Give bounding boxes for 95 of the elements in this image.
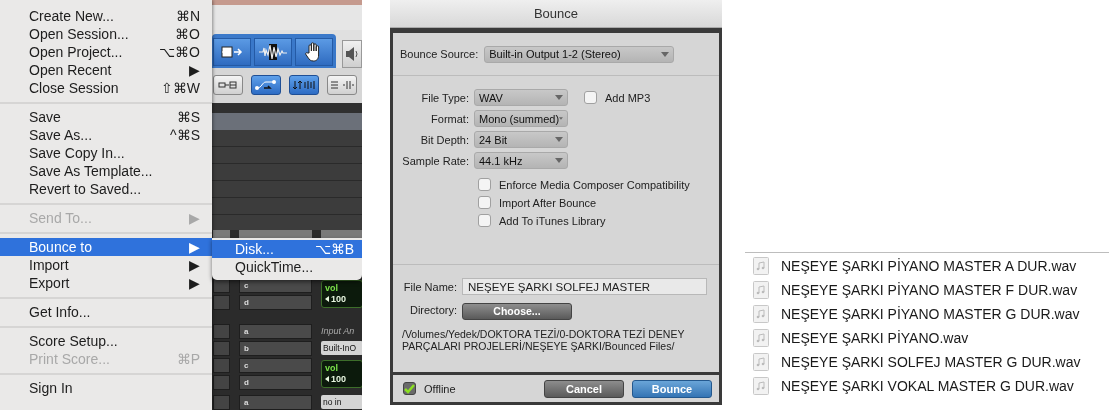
- audio-file-icon: [753, 281, 769, 299]
- checkbox-label: Add To iTunes Library: [499, 214, 606, 227]
- choose-button[interactable]: Choose...: [462, 302, 572, 320]
- checkbox[interactable]: [478, 214, 491, 227]
- menu-item[interactable]: Export ▶: [0, 274, 212, 292]
- input-selector[interactable]: Built-InO: [321, 341, 362, 355]
- toggle-button[interactable]: [213, 75, 243, 96]
- dropdown[interactable]: 44.1 kHz: [474, 152, 568, 169]
- send-slot[interactable]: d: [239, 375, 312, 390]
- field-label: File Name:: [402, 280, 457, 293]
- curve-icon: [254, 79, 278, 92]
- file-item[interactable]: NEŞEYE ŞARKI VOKAL MASTER G DUR.wav: [745, 374, 1109, 398]
- speaker-icon: [344, 44, 360, 63]
- tool-button[interactable]: [254, 37, 292, 66]
- dropdown[interactable]: WAV: [474, 89, 568, 106]
- send-slot[interactable]: c: [239, 358, 312, 373]
- checkbox[interactable]: [403, 382, 416, 395]
- volume-value: 100: [331, 294, 347, 305]
- tool-button[interactable]: [295, 37, 333, 66]
- field-label: Bit Depth:: [419, 133, 469, 146]
- toggle-button[interactable]: [251, 75, 281, 96]
- menu-item[interactable]: Create New... ⌘N: [0, 7, 212, 25]
- menu-item[interactable]: Save As Template...: [0, 162, 212, 180]
- audio-file-icon: [753, 329, 769, 347]
- spacing-icon: [330, 80, 354, 91]
- dialog-title: Bounce: [390, 0, 722, 28]
- cancel-button[interactable]: Cancel: [544, 379, 624, 398]
- nudge-icon: [292, 80, 316, 91]
- send-slot[interactable]: d: [239, 295, 312, 310]
- menu-item[interactable]: Sign In: [0, 379, 212, 397]
- bounce-button[interactable]: Bounce: [632, 379, 712, 398]
- checkbox[interactable]: [584, 91, 597, 104]
- input-label: Input An: [321, 325, 356, 338]
- toggle-button[interactable]: [289, 75, 319, 96]
- triangle-icon: [325, 296, 329, 303]
- field-label: Bounce Source:: [400, 48, 479, 60]
- menu-item[interactable]: Save Copy In...: [0, 144, 212, 162]
- tool-button[interactable]: [213, 37, 251, 66]
- checkbox[interactable]: [478, 196, 491, 209]
- caret-icon: [555, 137, 563, 142]
- file-item[interactable]: NEŞEYE ŞARKI PİYANO MASTER F DUR.wav: [745, 278, 1109, 302]
- input-selector[interactable]: no in: [321, 395, 362, 409]
- check-icon: [404, 383, 415, 394]
- menu-item[interactable]: Open Project... ⌥⌘O: [0, 43, 212, 61]
- field-label: Format:: [430, 112, 469, 125]
- toggle-button[interactable]: [327, 75, 357, 96]
- dropdown[interactable]: 24 Bit: [474, 131, 568, 148]
- file-item[interactable]: NEŞEYE ŞARKI PİYANO MASTER A DUR.wav: [745, 254, 1109, 278]
- menu-item[interactable]: Save ⌘S: [0, 108, 212, 126]
- caret-icon: [555, 95, 563, 100]
- caret-icon: [555, 158, 563, 163]
- menu-item[interactable]: Save As... ^⌘S: [0, 126, 212, 144]
- audio-file-icon: [753, 377, 769, 395]
- menu-item[interactable]: Disk... ⌥⌘B: [212, 240, 362, 258]
- audio-file-icon: [753, 305, 769, 323]
- field-label: File Type:: [420, 91, 469, 104]
- menu-item[interactable]: Open Session... ⌘O: [0, 25, 212, 43]
- checkbox-label: Add MP3: [605, 91, 651, 104]
- checkbox-label: Import After Bounce: [499, 196, 597, 209]
- meter-label: vol: [325, 283, 339, 294]
- menu-item[interactable]: QuickTime...: [212, 258, 362, 276]
- dropdown[interactable]: Mono (summed): [474, 110, 568, 127]
- audio-file-icon: [753, 353, 769, 371]
- audio-file-icon: [753, 257, 769, 275]
- volume-meter[interactable]: vol 100: [321, 360, 362, 388]
- checkbox-label: Enforce Media Composer Compatibility: [499, 178, 690, 191]
- checkbox[interactable]: [478, 178, 491, 191]
- meter-label: vol: [325, 363, 339, 374]
- file-item[interactable]: NEŞEYE ŞARKI SOLFEJ MASTER G DUR.wav: [745, 350, 1109, 374]
- volume-value: 100: [331, 374, 347, 385]
- send-slot[interactable]: a: [239, 324, 312, 339]
- menu-item[interactable]: Open Recent ▶: [0, 61, 212, 79]
- caret-icon: [661, 51, 670, 57]
- volume-meter[interactable]: vol 100: [321, 280, 362, 308]
- menu-item[interactable]: Close Session ⇧⌘W: [0, 79, 212, 97]
- triangle-icon: [325, 376, 329, 383]
- file-item[interactable]: NEŞEYE ŞARKI PİYANO.wav: [745, 326, 1109, 350]
- directory-path: /Volumes/Yedek/DOKTORA TEZİ/0-DOKTORA TEZİ DENEY PARÇALARI PROJELERİ/NEŞEYE ŞARKI/Bounced Files/: [401, 326, 686, 352]
- menu-item[interactable]: Import ▶: [0, 256, 212, 274]
- waveform-icon: [258, 42, 288, 61]
- menu-item[interactable]: Bounce to ▶: [0, 238, 212, 256]
- tool-button[interactable]: [342, 39, 362, 68]
- arrows-icon: [221, 45, 243, 58]
- field-label: Directory:: [408, 304, 457, 317]
- insert-icon: [218, 80, 238, 91]
- menu-item[interactable]: Revert to Saved...: [0, 180, 212, 198]
- file-name-field[interactable]: NEŞEYE ŞARKI SOLFEJ MASTER: [462, 278, 707, 295]
- send-slot[interactable]: b: [239, 341, 312, 356]
- file-item[interactable]: NEŞEYE ŞARKI PİYANO MASTER G DUR.wav: [745, 302, 1109, 326]
- checkbox-label: Offline: [424, 382, 456, 395]
- source-dropdown[interactable]: Built-in Output 1-2 (Stereo): [484, 45, 675, 63]
- field-label: Sample Rate:: [401, 154, 469, 167]
- menu-item[interactable]: Score Setup...: [0, 332, 212, 350]
- send-slot[interactable]: a: [239, 395, 312, 410]
- menu-item[interactable]: Get Info...: [0, 303, 212, 321]
